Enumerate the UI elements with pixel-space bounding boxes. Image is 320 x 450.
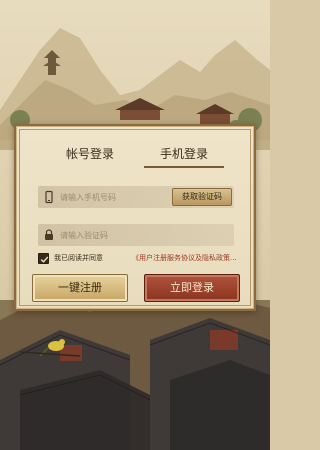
code-field <box>38 224 234 246</box>
tab-phone-login[interactable]: 手机登录 <box>134 144 234 168</box>
get-code-label: 获取验证码 <box>182 192 222 201</box>
login-button[interactable]: 立即登录 <box>144 274 240 302</box>
agreement-checkbox[interactable] <box>38 253 49 264</box>
login-label: 立即登录 <box>170 281 214 294</box>
register-button[interactable]: 一键注册 <box>32 274 128 302</box>
register-label: 一键注册 <box>58 281 102 294</box>
agreement-link[interactable]: 《用户注册服务协议及隐私政策... <box>132 252 237 265</box>
phone-icon <box>45 190 53 204</box>
phone-input[interactable] <box>60 186 170 208</box>
agreement-text: 我已阅读并同意 <box>54 254 103 262</box>
login-panel: 帐号登录 手机登录 获取验证码 我已阅读并同意 《用户注册服务协议及隐私政策..… <box>14 124 256 311</box>
tab-account-login[interactable]: 帐号登录 <box>40 144 140 168</box>
tab-account-label: 帐号登录 <box>65 147 114 161</box>
agreement-row: 我已阅读并同意 《用户注册服务协议及隐私政策... <box>38 252 248 266</box>
lock-icon <box>45 229 53 240</box>
get-code-button[interactable]: 获取验证码 <box>172 188 232 206</box>
checkmark-icon <box>40 256 49 263</box>
login-tabs: 帐号登录 手机登录 <box>16 144 254 168</box>
code-input[interactable] <box>60 224 170 246</box>
active-tab-indicator <box>144 166 224 168</box>
tab-phone-label: 手机登录 <box>159 147 208 161</box>
